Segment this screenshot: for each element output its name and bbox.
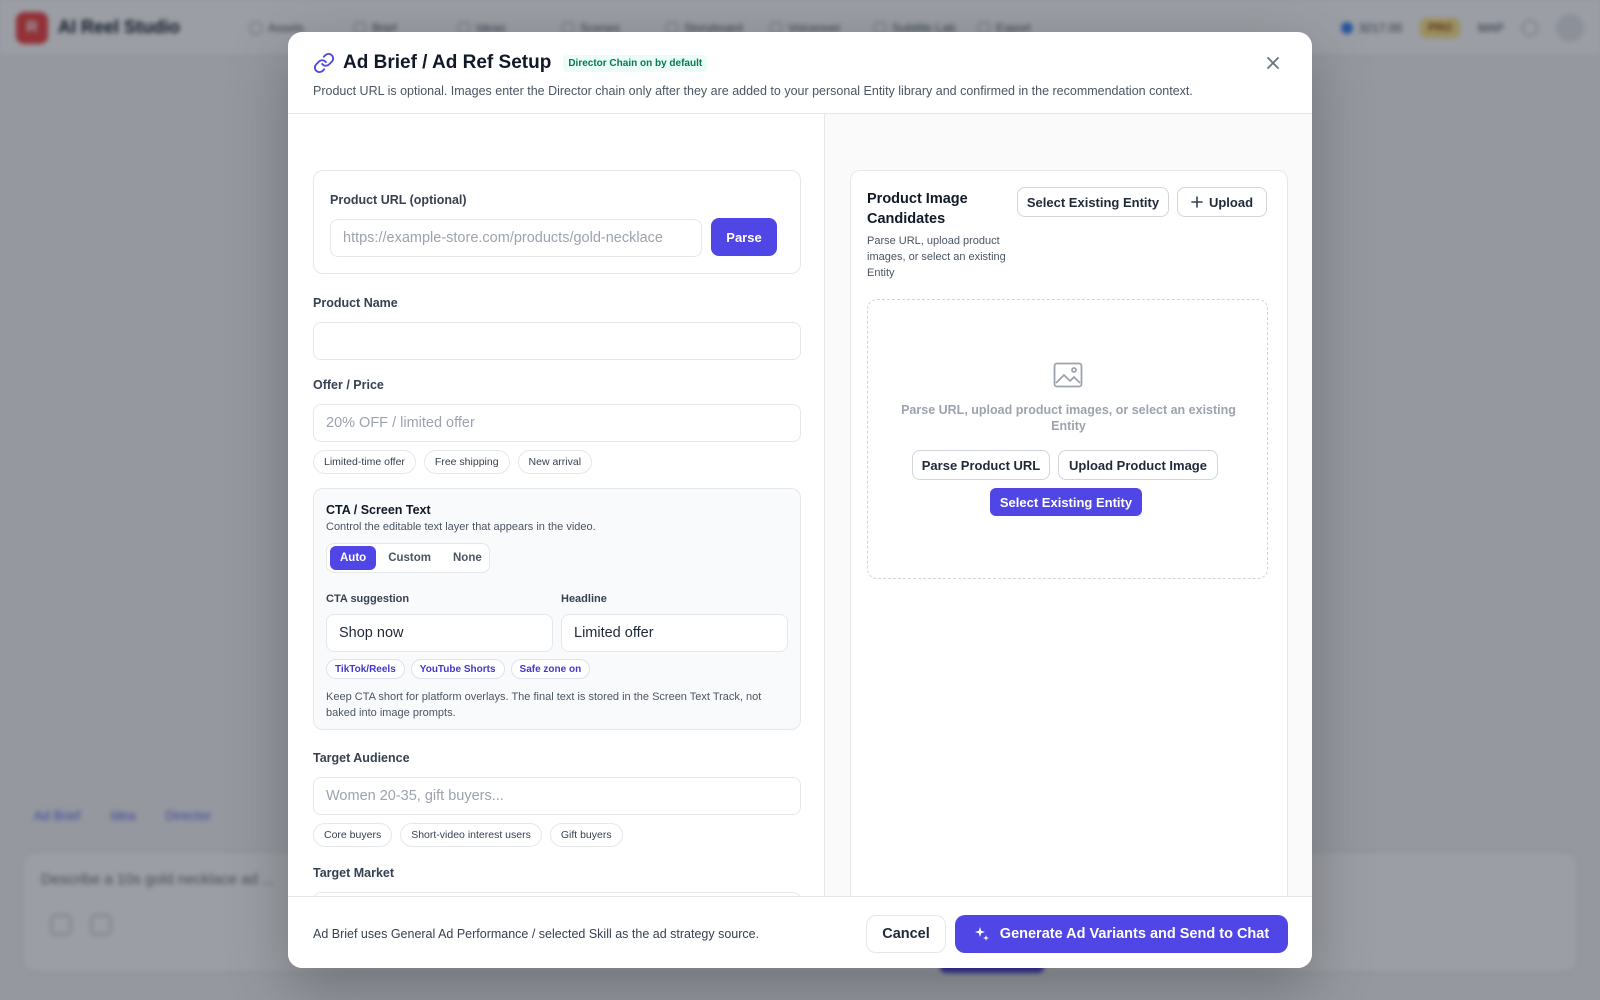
chip-limited-time-offer[interactable]: Limited-time offer — [313, 450, 416, 474]
market-label: Target Market — [313, 866, 395, 880]
upload-button[interactable]: Upload — [1177, 187, 1267, 217]
product-url-input[interactable] — [330, 219, 702, 257]
modal-title: Ad Brief / Ad Ref Setup — [343, 52, 552, 73]
cta-mode-custom[interactable]: Custom — [378, 546, 441, 570]
offer-label: Offer / Price — [313, 378, 384, 392]
cta-mode-none[interactable]: None — [443, 546, 492, 570]
candidates-subtitle: Parse URL, upload product images, or sel… — [867, 235, 1006, 279]
sparkle-icon — [974, 927, 989, 941]
footer-note: Ad Brief uses General Ad Performance / s… — [313, 927, 760, 941]
link-icon — [313, 52, 335, 74]
product-name-label: Product Name — [313, 296, 398, 310]
product-url-label: Product URL (optional) — [330, 193, 467, 207]
chip-core-buyers[interactable]: Core buyers — [313, 823, 393, 847]
director-chain-badge: Director Chain on by default — [563, 54, 708, 72]
modal-header: Ad Brief / Ad Ref Setup Director Chain o… — [288, 32, 1312, 114]
generate-ad-variants-button[interactable]: Generate Ad Variants and Send to Chat — [955, 915, 1288, 953]
cta-suggestion-input[interactable] — [326, 614, 553, 652]
cta-suggestion-label: CTA suggestion — [326, 593, 410, 605]
cta-title: CTA / Screen Text — [326, 503, 431, 517]
platform-chips: TikTok/Reels YouTube Shorts Safe zone on — [326, 659, 591, 679]
cancel-button[interactable]: Cancel — [866, 915, 946, 953]
brief-form-pane[interactable]: Product URL (optional) Parse Product Nam… — [288, 114, 825, 930]
cta-mode-auto[interactable]: Auto — [330, 546, 377, 570]
parse-button[interactable]: Parse — [711, 218, 777, 256]
close-button[interactable] — [1262, 52, 1284, 74]
select-existing-entity-primary-button[interactable]: Select Existing Entity — [990, 488, 1142, 516]
chip-new-arrival[interactable]: New arrival — [517, 450, 593, 474]
modal-title-row: Ad Brief / Ad Ref Setup Director Chain o… — [313, 50, 1288, 76]
cta-mode-selector: Auto Custom None — [326, 543, 490, 573]
image-placeholder-icon — [1053, 362, 1083, 388]
offer-chips: Limited-time offer Free shipping New arr… — [313, 450, 593, 474]
chip-gift-buyers[interactable]: Gift buyers — [549, 823, 623, 847]
upload-button-label: Upload — [1208, 194, 1254, 210]
audience-label: Target Audience — [313, 751, 410, 765]
cta-note: Keep CTA short for platform overlays. Th… — [326, 691, 762, 719]
image-dropzone[interactable]: Parse URL, upload product images, or sel… — [867, 299, 1268, 579]
chip-short-video-interest[interactable]: Short-video interest users — [400, 823, 542, 847]
product-url-card: Product URL (optional) Parse — [313, 170, 801, 274]
audience-input[interactable] — [313, 777, 801, 815]
candidates-pane: Product Image Candidates Parse URL, uplo… — [825, 114, 1312, 930]
ad-brief-modal: Ad Brief / Ad Ref Setup Director Chain o… — [288, 32, 1312, 968]
audience-chips: Core buyers Short-video interest users G… — [313, 823, 623, 847]
cta-subtitle: Control the editable text layer that app… — [326, 521, 596, 533]
chip-safe-zone[interactable]: Safe zone on — [510, 659, 591, 679]
cta-screen-text-card: CTA / Screen Text Control the editable t… — [313, 488, 801, 730]
modal-subtitle: Product URL is optional. Images enter th… — [313, 84, 1193, 98]
select-existing-entity-button[interactable]: Select Existing Entity — [1017, 187, 1169, 217]
upload-product-image-button[interactable]: Upload Product Image — [1058, 450, 1218, 480]
chip-tiktok-reels[interactable]: TikTok/Reels — [326, 659, 405, 679]
headline-label: Headline — [561, 593, 607, 605]
product-name-input[interactable] — [313, 322, 801, 360]
headline-input[interactable] — [561, 614, 788, 652]
plus-icon — [1191, 196, 1203, 208]
chip-free-shipping[interactable]: Free shipping — [423, 450, 510, 474]
dropzone-empty-text: Parse URL, upload product images, or sel… — [901, 403, 1236, 433]
product-image-candidates-card: Product Image Candidates Parse URL, uplo… — [850, 170, 1288, 906]
modal-footer: Ad Brief uses General Ad Performance / s… — [288, 896, 1312, 968]
chip-youtube-shorts[interactable]: YouTube Shorts — [410, 659, 505, 679]
candidates-title: Product Image Candidates — [867, 191, 968, 227]
offer-input[interactable] — [313, 404, 801, 442]
parse-product-url-button[interactable]: Parse Product URL — [912, 450, 1050, 480]
close-icon — [1267, 57, 1279, 69]
generate-button-label: Generate Ad Variants and Send to Chat — [999, 926, 1270, 942]
